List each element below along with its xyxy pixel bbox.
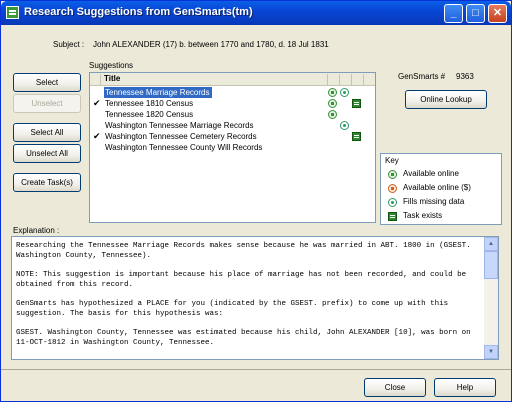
suggestion-row[interactable]: Washington Tennessee County Will Records — [90, 142, 375, 153]
available-online-icon — [328, 88, 337, 97]
key-label: Task exists — [403, 211, 443, 220]
divider — [1, 369, 511, 370]
explanation-label: Explanation : — [13, 226, 60, 235]
app-icon — [6, 6, 19, 19]
row-check-mark: ✔ — [93, 131, 101, 141]
explanation-text[interactable]: Researching the Tennessee Marriage Recor… — [11, 236, 499, 360]
explanation-scrollbar[interactable]: ▲ ▼ — [484, 237, 498, 359]
list-header: Title — [90, 73, 375, 86]
available-online-icon — [328, 99, 337, 108]
column-separator — [351, 74, 352, 85]
suggestion-row[interactable]: ✔ Washington Tennessee Cemetery Records — [90, 131, 375, 142]
task-exists-icon — [352, 99, 361, 108]
suggestions-label: Suggestions — [89, 61, 134, 70]
suggestion-title[interactable]: Washington Tennessee Marriage Records — [104, 120, 256, 131]
available-online-icon — [388, 170, 397, 179]
column-header-title[interactable]: Title — [104, 74, 120, 83]
unselect-all-button[interactable]: Unselect All — [13, 144, 81, 163]
unselect-button[interactable]: Unselect — [13, 94, 81, 113]
create-tasks-button[interactable]: Create Task(s) — [13, 173, 81, 192]
column-separator — [327, 74, 328, 85]
column-separator — [339, 74, 340, 85]
gensmarts-number-value: 9363 — [456, 72, 474, 81]
title-bar[interactable]: Research Suggestions from GenSmarts(tm) … — [1, 1, 511, 25]
key-label: Available online ($) — [403, 183, 471, 192]
key-legend: Key Available online Available online ($… — [380, 153, 502, 225]
fills-missing-data-icon — [388, 198, 397, 207]
maximize-button[interactable]: □ — [466, 4, 485, 23]
task-exists-icon — [352, 132, 361, 141]
explanation-content: Researching the Tennessee Marriage Recor… — [16, 241, 482, 357]
row-check-mark: ✔ — [93, 98, 101, 108]
scroll-up-icon[interactable]: ▲ — [484, 237, 498, 251]
select-button[interactable]: Select — [13, 73, 81, 92]
task-exists-icon — [388, 212, 397, 221]
close-window-button[interactable]: ✕ — [488, 4, 507, 23]
select-all-button[interactable]: Select All — [13, 123, 81, 142]
suggestion-row[interactable]: Tennessee Marriage Records — [90, 87, 375, 98]
fills-missing-data-icon — [340, 121, 349, 130]
suggestion-row[interactable]: Tennessee 1820 Census — [90, 109, 375, 120]
suggestion-title[interactable]: Washington Tennessee County Will Records — [104, 142, 264, 153]
key-title: Key — [385, 156, 399, 165]
suggestion-title[interactable]: Tennessee Marriage Records — [104, 87, 212, 98]
close-button[interactable]: Close — [364, 378, 426, 397]
suggestions-list[interactable]: Title Tennessee Marriage Records ✔ Tenness… — [89, 72, 376, 223]
research-suggestions-window: Research Suggestions from GenSmarts(tm) … — [0, 0, 512, 402]
subject-value: John ALEXANDER (17) b. between 1770 and … — [93, 40, 329, 49]
explanation-paragraph: NOTE: This suggestion is important becau… — [16, 271, 467, 289]
fills-missing-data-icon — [340, 88, 349, 97]
window-title: Research Suggestions from GenSmarts(tm) — [24, 6, 253, 18]
suggestion-row[interactable]: ✔ Tennessee 1810 Census — [90, 98, 375, 109]
key-label: Available online — [403, 169, 459, 178]
minimize-button[interactable]: _ — [444, 4, 463, 23]
explanation-paragraph: GSEST. Washington County, Tennessee was … — [16, 329, 471, 347]
key-label: Fills missing data — [403, 197, 465, 206]
scroll-thumb[interactable] — [484, 251, 498, 279]
suggestion-title[interactable]: Tennessee 1820 Census — [104, 109, 195, 120]
explanation-paragraph: Researching the Tennessee Marriage Recor… — [16, 242, 471, 260]
gensmarts-number-label: GenSmarts # — [398, 72, 446, 81]
suggestion-title[interactable]: Washington Tennessee Cemetery Records — [104, 131, 259, 142]
explanation-paragraph: GenSmarts has hypothesized a PLACE for y… — [16, 300, 449, 318]
online-lookup-button[interactable]: Online Lookup — [405, 90, 487, 109]
available-online-paid-icon — [388, 184, 397, 193]
help-button[interactable]: Help — [434, 378, 496, 397]
suggestion-title[interactable]: Tennessee 1810 Census — [104, 98, 195, 109]
column-separator — [363, 74, 364, 85]
available-online-icon — [328, 110, 337, 119]
column-separator — [100, 74, 101, 85]
suggestion-row[interactable]: Washington Tennessee Marriage Records — [90, 120, 375, 131]
scroll-down-icon[interactable]: ▼ — [484, 345, 498, 359]
subject-label: Subject : — [53, 40, 85, 49]
